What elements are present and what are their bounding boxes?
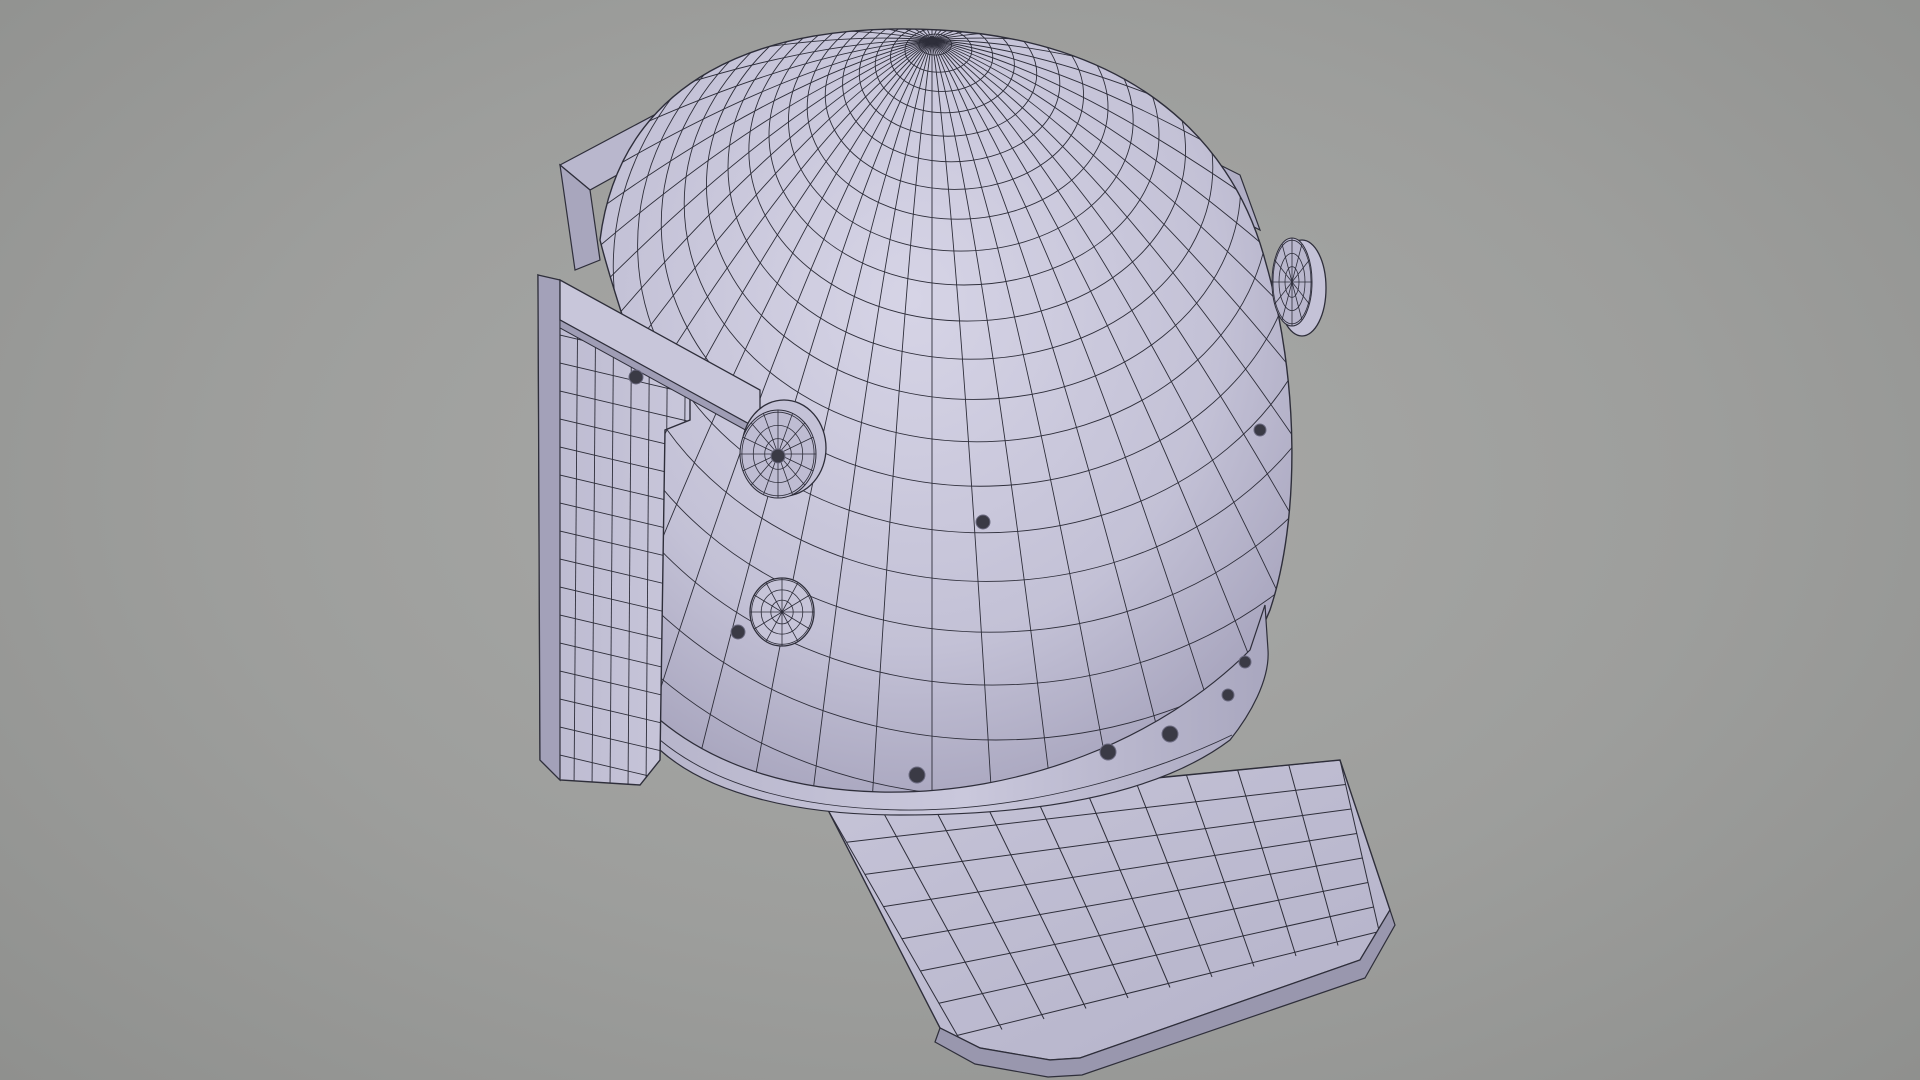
dome-apex: [928, 36, 936, 44]
rivet: [1161, 725, 1179, 743]
rivet: [975, 514, 991, 530]
rivet: [1221, 688, 1235, 702]
round-boss: [749, 577, 815, 647]
rivet: [1099, 743, 1117, 761]
rivet: [628, 369, 644, 385]
viewport: [0, 0, 1920, 1080]
rivet: [730, 624, 746, 640]
rivet: [1253, 423, 1267, 437]
helmet-model: [537, 28, 1396, 1078]
rivet: [908, 766, 926, 784]
rivet: [1238, 655, 1252, 669]
rivet: [770, 448, 786, 464]
